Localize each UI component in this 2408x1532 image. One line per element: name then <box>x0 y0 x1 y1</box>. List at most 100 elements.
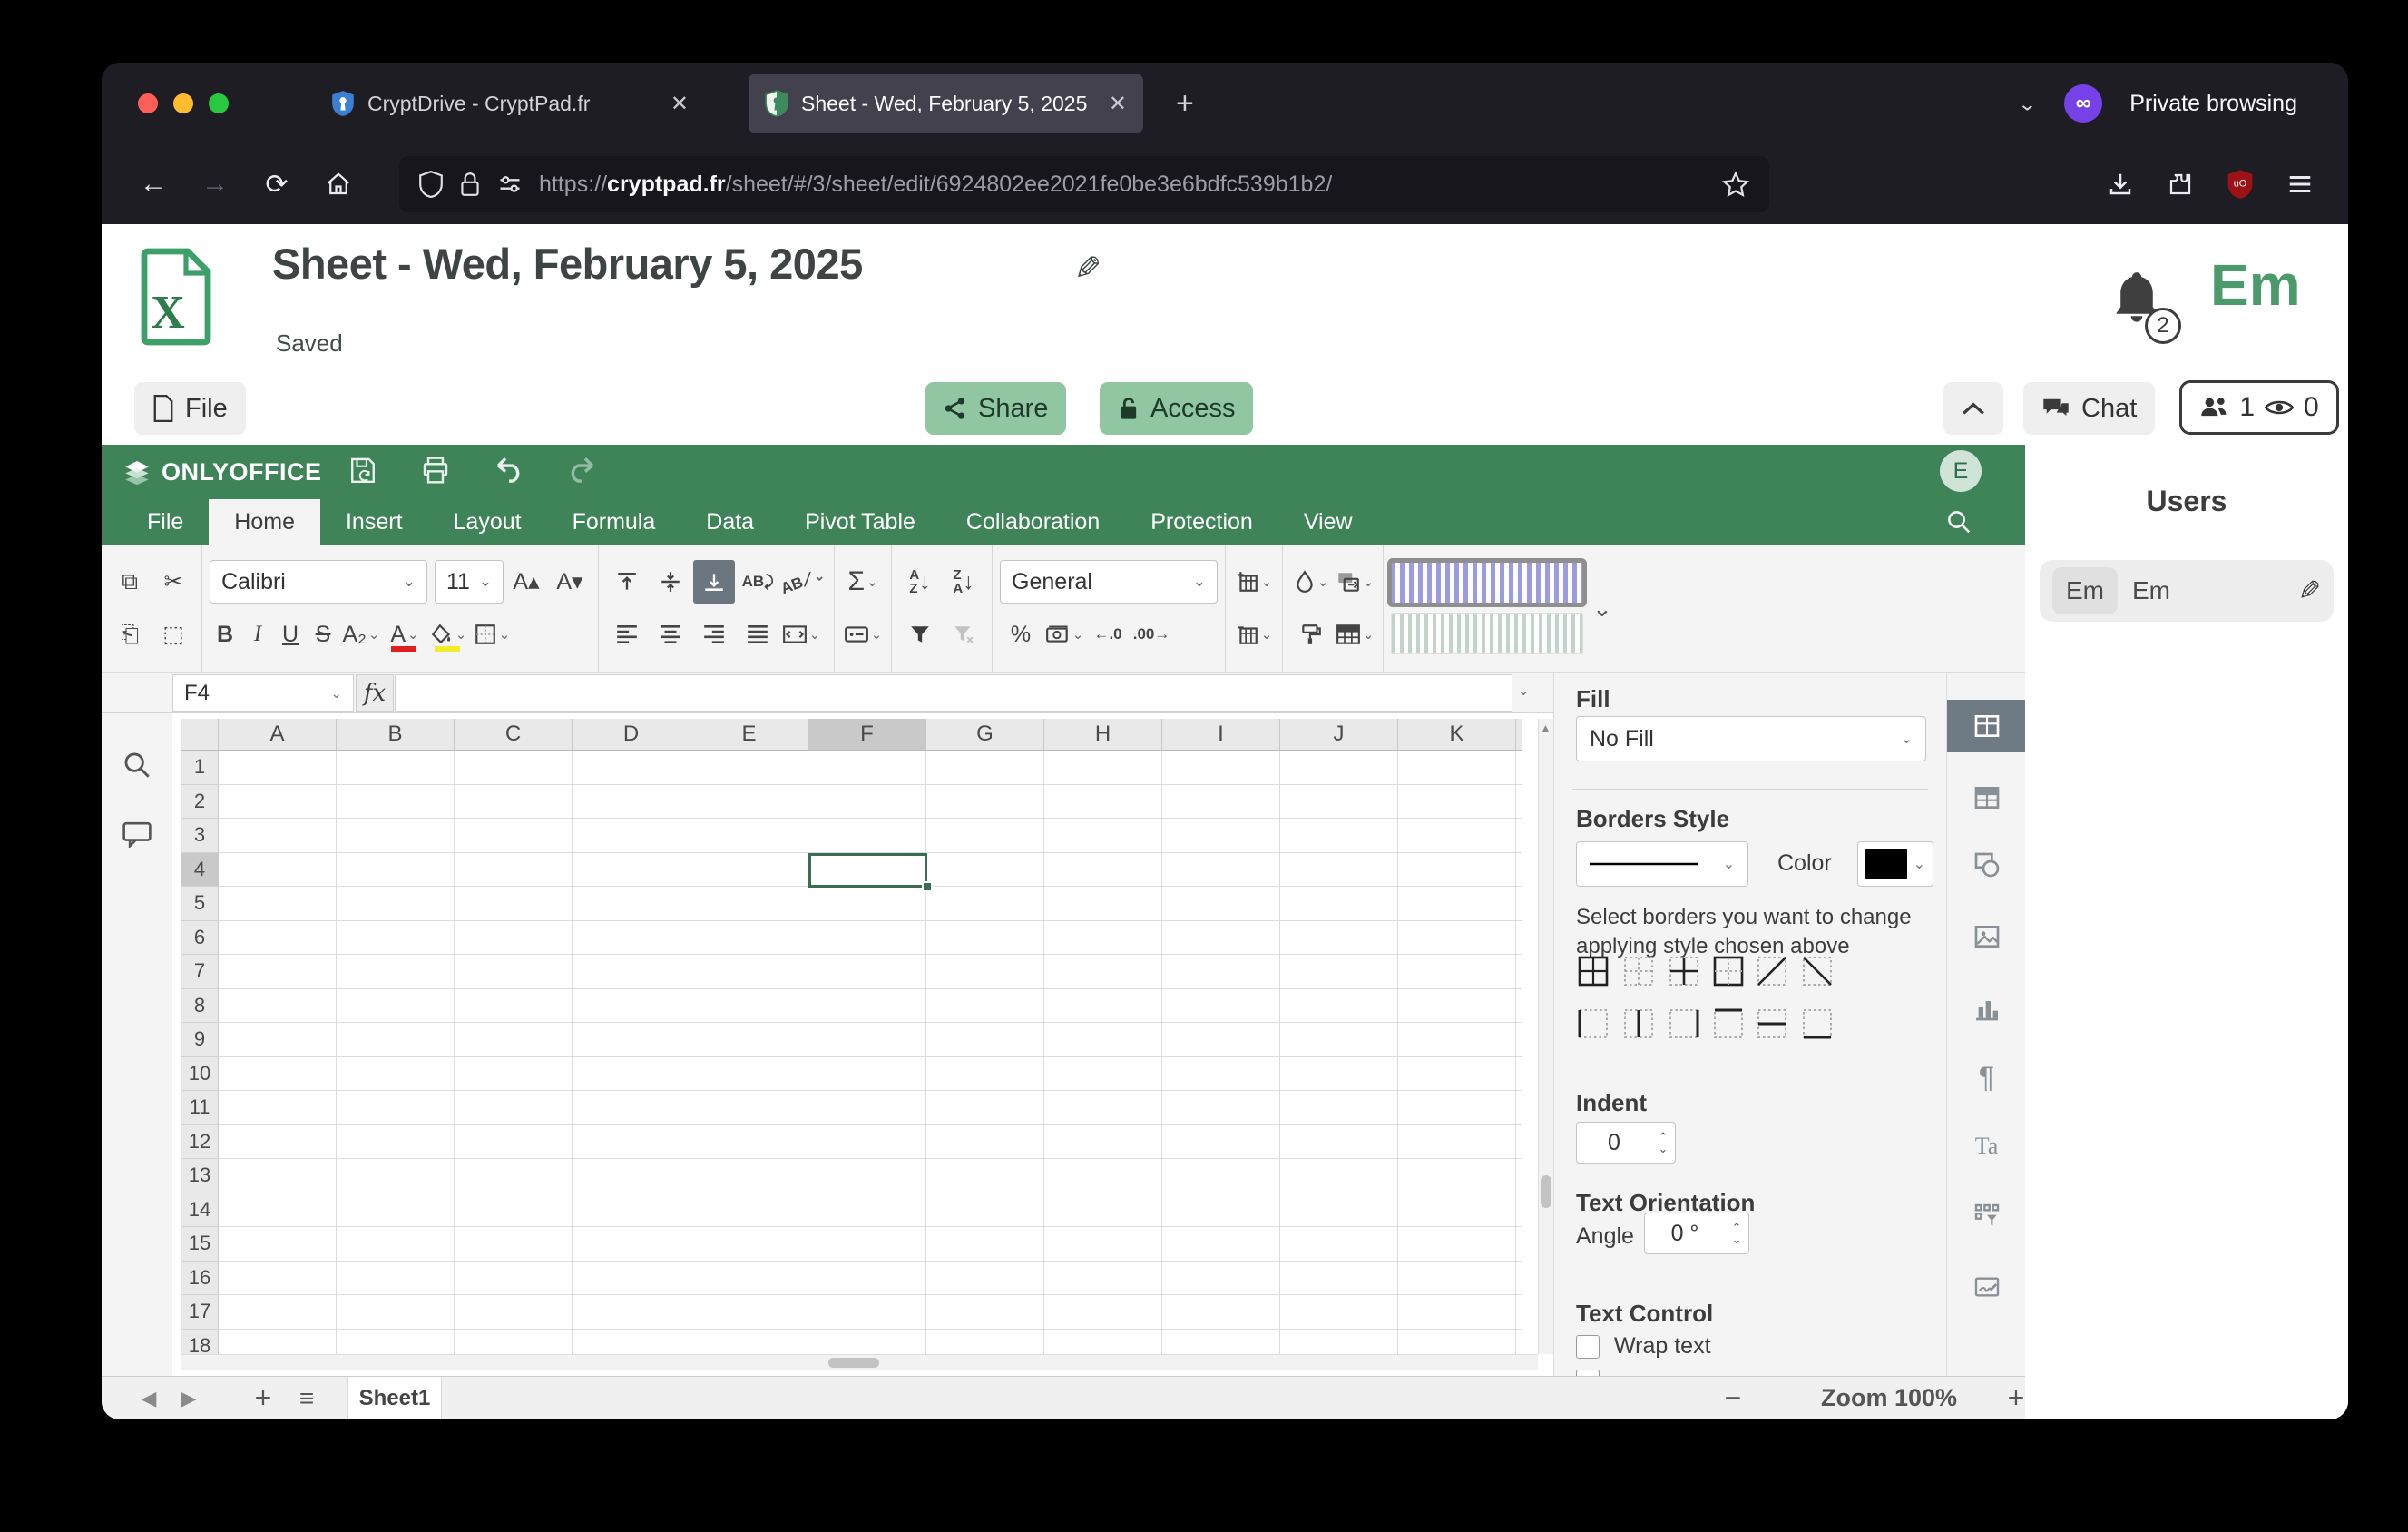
cell-E1[interactable] <box>690 751 808 785</box>
cell-B13[interactable] <box>337 1159 455 1193</box>
cell-J1[interactable] <box>1280 751 1398 785</box>
cell-I10[interactable] <box>1162 1057 1280 1092</box>
column-header-D[interactable]: D <box>573 719 690 751</box>
cell-E6[interactable] <box>690 921 808 956</box>
cell-J16[interactable] <box>1280 1262 1398 1296</box>
cell-G10[interactable] <box>926 1057 1044 1092</box>
cell-A14[interactable] <box>219 1193 337 1228</box>
cell-J10[interactable] <box>1280 1057 1398 1092</box>
column-header-F[interactable]: F <box>808 719 926 751</box>
font-name-select[interactable]: Calibri⌄ <box>210 560 427 604</box>
cell-I2[interactable] <box>1162 785 1280 820</box>
tab-sheet-active[interactable]: Sheet - Wed, February 5, 2025 ✕ <box>749 74 1143 133</box>
name-box[interactable]: F4⌄ <box>172 674 354 712</box>
cell-B4[interactable] <box>337 853 455 888</box>
collapse-toolbar-button[interactable] <box>1943 382 2003 435</box>
new-tab-button[interactable]: + <box>1176 86 1194 122</box>
cell-B8[interactable] <box>337 989 455 1024</box>
cell-J15[interactable] <box>1280 1227 1398 1262</box>
cell-E5[interactable] <box>690 887 808 921</box>
forward-button[interactable]: → <box>189 169 241 200</box>
cell-G15[interactable] <box>926 1227 1044 1262</box>
menu-tab-collaboration[interactable]: Collaboration <box>941 499 1125 545</box>
row-header-10[interactable]: 10 <box>181 1057 219 1092</box>
copy-button[interactable]: ⧉ <box>109 560 151 604</box>
select-all-corner[interactable] <box>181 719 219 751</box>
cell-J13[interactable] <box>1280 1159 1398 1193</box>
cell-I15[interactable] <box>1162 1227 1280 1262</box>
table-settings-tab-icon[interactable] <box>1947 771 2026 824</box>
column-header-I[interactable]: I <box>1162 719 1280 751</box>
column-headers[interactable]: ABCDEFGHIJK <box>181 719 1538 751</box>
cell-G16[interactable] <box>926 1262 1044 1296</box>
wrap-text-checkbox[interactable] <box>1576 1335 1600 1359</box>
cell-J11[interactable] <box>1280 1091 1398 1125</box>
save-icon[interactable] <box>348 456 385 486</box>
cell-I6[interactable] <box>1162 921 1280 956</box>
column-header-A[interactable]: A <box>219 719 337 751</box>
angle-down-arrow[interactable]: ⌄ <box>1732 1233 1742 1245</box>
bold-button[interactable]: B <box>210 613 240 656</box>
cell-K13[interactable] <box>1398 1159 1516 1193</box>
border-outside-button[interactable] <box>1709 952 1747 990</box>
cell-I7[interactable] <box>1162 955 1280 989</box>
cell-K9[interactable] <box>1398 1023 1516 1057</box>
cell-A3[interactable] <box>219 819 337 853</box>
cell-I13[interactable] <box>1162 1159 1280 1193</box>
ublock-origin-icon[interactable]: uO <box>2227 169 2254 200</box>
cell-style-preview-selected[interactable] <box>1391 562 1583 604</box>
cell-E8[interactable] <box>690 989 808 1024</box>
sheet-search-icon[interactable] <box>122 750 152 781</box>
text-art-settings-tab-icon[interactable]: Ta <box>1947 1120 2026 1173</box>
menu-tab-formula[interactable]: Formula <box>547 499 681 545</box>
cell-B18[interactable] <box>337 1330 455 1355</box>
cell-B7[interactable] <box>337 955 455 989</box>
menu-tab-view[interactable]: View <box>1278 499 1378 545</box>
row-header-7[interactable]: 7 <box>181 955 219 989</box>
cell-K1[interactable] <box>1398 751 1516 785</box>
align-right-button[interactable] <box>693 613 735 656</box>
cell-J6[interactable] <box>1280 921 1398 956</box>
column-header-J[interactable]: J <box>1280 719 1398 751</box>
cell-C10[interactable] <box>455 1057 573 1092</box>
wrap-text-button[interactable]: AB⤸ <box>737 560 778 604</box>
cell-I18[interactable] <box>1162 1330 1280 1355</box>
collaborator-avatar-badge[interactable]: E <box>1940 450 1982 492</box>
menu-tab-pivot-table[interactable]: Pivot Table <box>779 499 941 545</box>
row-header-1[interactable]: 1 <box>181 751 219 785</box>
reload-button[interactable]: ⟳ <box>250 169 303 201</box>
cell-H13[interactable] <box>1044 1159 1162 1193</box>
cell-E12[interactable] <box>690 1125 808 1160</box>
cell-K12[interactable] <box>1398 1125 1516 1160</box>
share-button[interactable]: Share <box>925 382 1066 435</box>
cell-F6[interactable] <box>808 921 926 956</box>
row-header-12[interactable]: 12 <box>181 1125 219 1160</box>
grid-rows[interactable]: 123456789101112131415161718 <box>181 751 1538 1354</box>
permissions-sliders-icon[interactable] <box>497 172 523 197</box>
cell-D17[interactable] <box>573 1295 690 1330</box>
cell-E2[interactable] <box>690 785 808 820</box>
cell-B6[interactable] <box>337 921 455 956</box>
cell-H15[interactable] <box>1044 1227 1162 1262</box>
cell-G12[interactable] <box>926 1125 1044 1160</box>
cell-F13[interactable] <box>808 1159 926 1193</box>
cell-A6[interactable] <box>219 921 337 956</box>
border-right-button[interactable] <box>1665 1005 1703 1043</box>
cell-G4[interactable] <box>926 853 1044 888</box>
column-header-G[interactable]: G <box>926 719 1044 751</box>
cell-B2[interactable] <box>337 785 455 820</box>
cell-E11[interactable] <box>690 1091 808 1125</box>
cell-K16[interactable] <box>1398 1262 1516 1296</box>
tab-cryptdrive[interactable]: CryptDrive - CryptPad.fr ✕ <box>315 74 705 133</box>
decrease-decimal-button[interactable]: ←.0 <box>1087 613 1129 656</box>
vertical-scrollbar[interactable] <box>1538 719 1553 1354</box>
cell-K6[interactable] <box>1398 921 1516 956</box>
cell-G6[interactable] <box>926 921 1044 956</box>
cell-I4[interactable] <box>1162 853 1280 888</box>
cell-F8[interactable] <box>808 989 926 1024</box>
maximize-window-button[interactable] <box>209 93 229 113</box>
formula-input[interactable] <box>395 674 1512 712</box>
decrease-font-button[interactable]: A▾ <box>549 560 591 604</box>
cell-K15[interactable] <box>1398 1227 1516 1262</box>
cell-E4[interactable] <box>690 853 808 888</box>
